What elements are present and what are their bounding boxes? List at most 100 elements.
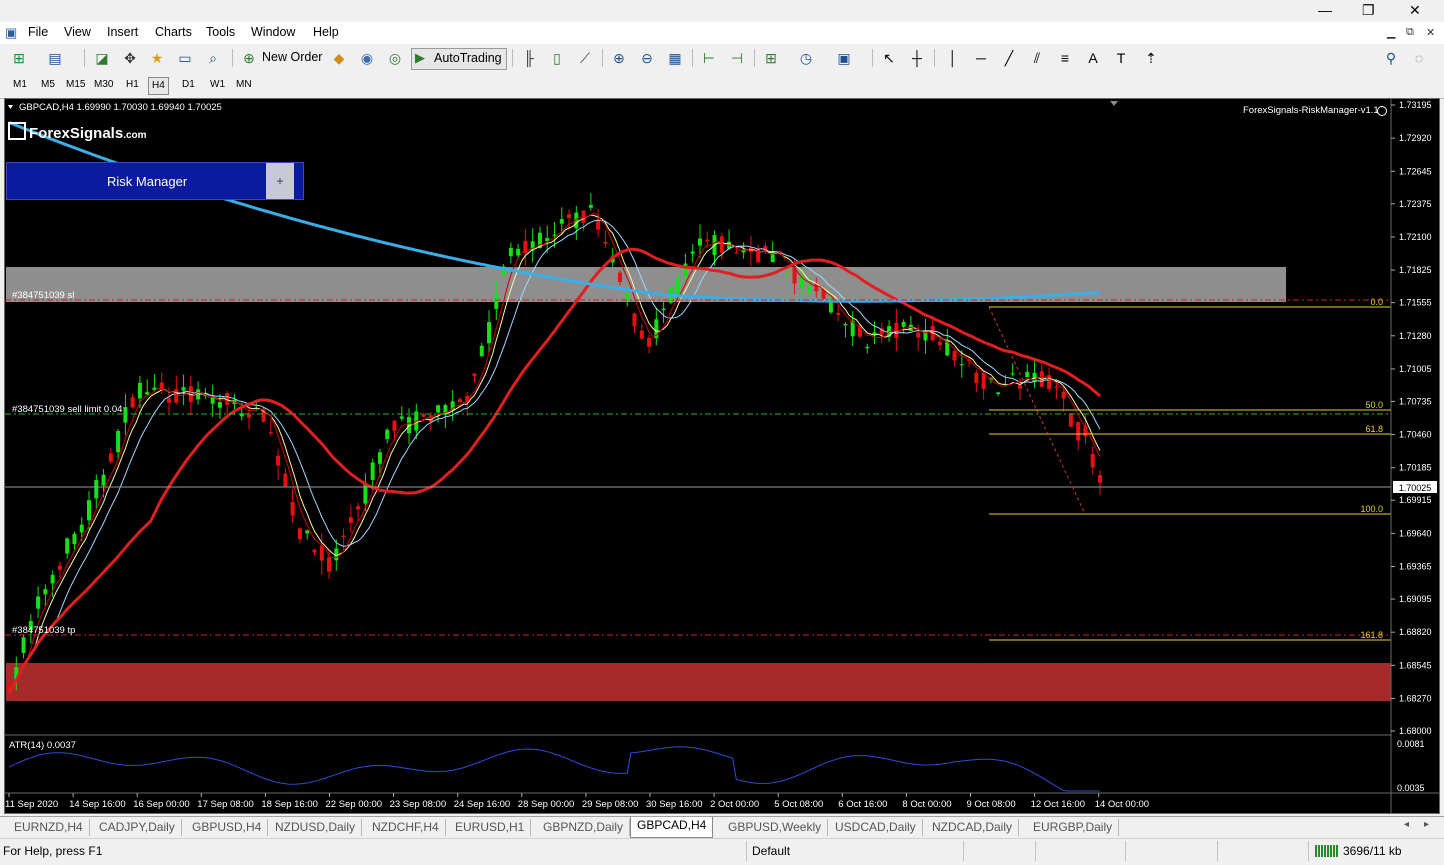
- risk-manager-panel[interactable]: Risk Manager +: [6, 162, 304, 200]
- sell-limit-label: #384751039 sell limit 0.04: [12, 404, 122, 415]
- shift-marker-icon[interactable]: [1110, 101, 1118, 106]
- tab-scroll-left-icon[interactable]: ◂: [1404, 819, 1409, 830]
- templates-icon[interactable]: ▣: [835, 49, 853, 67]
- mdi-minimize-icon[interactable]: ▁: [1387, 26, 1395, 39]
- timeframe-m30[interactable]: M30: [91, 77, 116, 93]
- tile-windows-icon[interactable]: ▦: [666, 49, 684, 67]
- market-icon[interactable]: ◎: [386, 49, 404, 67]
- timeframe-m1[interactable]: M1: [10, 77, 30, 93]
- text-label-icon[interactable]: T: [1112, 49, 1130, 67]
- zoom-out-icon[interactable]: ⊖: [638, 49, 656, 67]
- menu-bar: ▣ File View Insert Charts Tools Window H…: [0, 22, 1444, 44]
- periods-icon[interactable]: ◷: [797, 49, 815, 67]
- autotrading-button[interactable]: ▶ AutoTrading: [411, 48, 507, 70]
- timeframe-h4[interactable]: H4: [148, 77, 169, 95]
- timeframe-mn[interactable]: MN: [233, 77, 255, 93]
- text-icon[interactable]: A: [1084, 49, 1102, 67]
- candle-body: [290, 501, 295, 516]
- timeframe-d1[interactable]: D1: [179, 77, 198, 93]
- metaeditor-icon[interactable]: ◆: [330, 49, 348, 67]
- candle-body: [1098, 475, 1102, 483]
- market-watch-icon[interactable]: ◪: [93, 49, 111, 67]
- candle-body: [756, 248, 761, 263]
- mdi-close-icon[interactable]: ✕: [1426, 26, 1435, 39]
- crosshair-icon[interactable]: ┼: [908, 49, 926, 67]
- strategy-tester-icon[interactable]: ⌕: [204, 49, 222, 67]
- timeframe-h1[interactable]: H1: [123, 77, 142, 93]
- tab-gbpusd-weekly[interactable]: GBPUSD,Weekly: [722, 819, 829, 836]
- search-icon[interactable]: ⚲: [1382, 49, 1400, 67]
- menu-help[interactable]: Help: [313, 25, 339, 39]
- candle-body: [719, 236, 724, 254]
- arrows-icon[interactable]: ⇡: [1142, 49, 1160, 67]
- new-order-button[interactable]: New Order: [262, 50, 322, 64]
- app-icon[interactable]: ▣: [5, 25, 17, 41]
- levels-group: [5, 299, 1391, 641]
- autotrading-icon: ▶: [415, 50, 425, 65]
- cursor-icon[interactable]: ↖: [880, 49, 898, 67]
- tab-nzdcad-daily[interactable]: NZDCAD,Daily: [926, 819, 1020, 836]
- menu-view[interactable]: View: [64, 25, 91, 39]
- menu-insert[interactable]: Insert: [107, 25, 138, 39]
- candlestick-icon[interactable]: ▯: [548, 49, 566, 67]
- navigator-icon[interactable]: ★: [148, 49, 166, 67]
- equidistant-channel-icon[interactable]: ⫽: [1028, 49, 1046, 67]
- tab-eurgbp-daily[interactable]: EURGBP,Daily: [1027, 819, 1120, 836]
- candle-body: [617, 272, 622, 282]
- menu-file[interactable]: File: [28, 25, 48, 39]
- price-tick-label: 1.71280: [1399, 331, 1432, 341]
- tab-gbpusd-h4[interactable]: GBPUSD,H4: [186, 819, 269, 836]
- sl-label: #384751039 sl: [12, 290, 74, 301]
- candle-body: [1017, 384, 1022, 389]
- maximize-button[interactable]: ❐: [1362, 2, 1375, 19]
- tab-cadjpy-daily[interactable]: CADJPY,Daily: [93, 819, 182, 836]
- close-button[interactable]: ✕: [1409, 2, 1421, 19]
- mdi-restore-icon[interactable]: ⧉: [1406, 26, 1414, 39]
- autoscroll-icon[interactable]: ⊣: [728, 49, 746, 67]
- trendline-icon[interactable]: ╱: [1000, 49, 1018, 67]
- menu-window[interactable]: Window: [251, 25, 295, 39]
- price-chart[interactable]: 1.73195 1.72920 1.72645 1.72375 1.72100 1.718…: [5, 99, 1439, 813]
- timeframe-w1[interactable]: W1: [207, 77, 228, 93]
- minimize-button[interactable]: —: [1318, 2, 1332, 18]
- horizontal-line-icon[interactable]: ─: [972, 49, 990, 67]
- time-tick-label: 8 Oct 00:00: [902, 799, 951, 810]
- chart-dropdown-icon[interactable]: [8, 105, 13, 109]
- indicators-icon[interactable]: ⊞: [762, 49, 780, 67]
- logo-text: ForexSignals: [29, 125, 124, 142]
- terminal-icon[interactable]: ▭: [176, 49, 194, 67]
- timeframe-m15[interactable]: M15: [63, 77, 88, 93]
- data-window-icon[interactable]: ✥: [121, 49, 139, 67]
- tab-gbpnzd-daily[interactable]: GBPNZD,Daily: [537, 819, 631, 836]
- menu-charts[interactable]: Charts: [155, 25, 192, 39]
- risk-manager-expand-button[interactable]: +: [266, 163, 294, 199]
- time-tick-label: 6 Oct 16:00: [838, 799, 887, 810]
- standard-toolbar: ⊞ ▤ ◪ ✥ ★ ▭ ⌕ ⊕ New Order ◆ ◉ ◎ ▶ AutoTr…: [0, 44, 1444, 73]
- chart-shift-icon[interactable]: ⊢: [700, 49, 718, 67]
- tab-eurnzd-h4[interactable]: EURNZD,H4: [8, 819, 90, 836]
- vertical-line-icon[interactable]: │: [944, 49, 962, 67]
- tab-nzdchf-h4[interactable]: NZDCHF,H4: [366, 819, 446, 836]
- profiles-icon[interactable]: ▤: [46, 49, 64, 67]
- chat-icon[interactable]: ◌: [1410, 49, 1428, 67]
- chart-window[interactable]: 1.73195 1.72920 1.72645 1.72375 1.72100 1.718…: [4, 98, 1440, 814]
- tab-gbpcad-h4[interactable]: GBPCAD,H4: [630, 817, 714, 838]
- new-chart-icon[interactable]: ⊞: [10, 49, 28, 67]
- tab-eurusd-h1[interactable]: EURUSD,H1: [449, 819, 532, 836]
- zoom-in-icon[interactable]: ⊕: [610, 49, 628, 67]
- new-order-icon[interactable]: ⊕: [240, 49, 258, 67]
- timeframe-m5[interactable]: M5: [38, 77, 58, 93]
- time-tick-label: 14 Oct 00:00: [1095, 799, 1149, 810]
- menu-tools[interactable]: Tools: [206, 25, 235, 39]
- candle-body: [21, 637, 26, 653]
- indicator-settings-icon[interactable]: [1377, 106, 1387, 116]
- time-tick-label: 18 Sep 16:00: [261, 799, 318, 810]
- tab-nzdusd-daily[interactable]: NZDUSD,Daily: [269, 819, 363, 836]
- indicator-label: ForexSignals-RiskManager-v1.1: [1243, 105, 1379, 116]
- line-chart-icon[interactable]: ⟋: [576, 49, 594, 67]
- bar-chart-icon[interactable]: ╟: [520, 49, 538, 67]
- tab-scroll-right-icon[interactable]: ▸: [1424, 819, 1429, 830]
- fibonacci-icon[interactable]: ≡: [1056, 49, 1074, 67]
- signals-icon[interactable]: ◉: [358, 49, 376, 67]
- tab-usdcad-daily[interactable]: USDCAD,Daily: [829, 819, 923, 836]
